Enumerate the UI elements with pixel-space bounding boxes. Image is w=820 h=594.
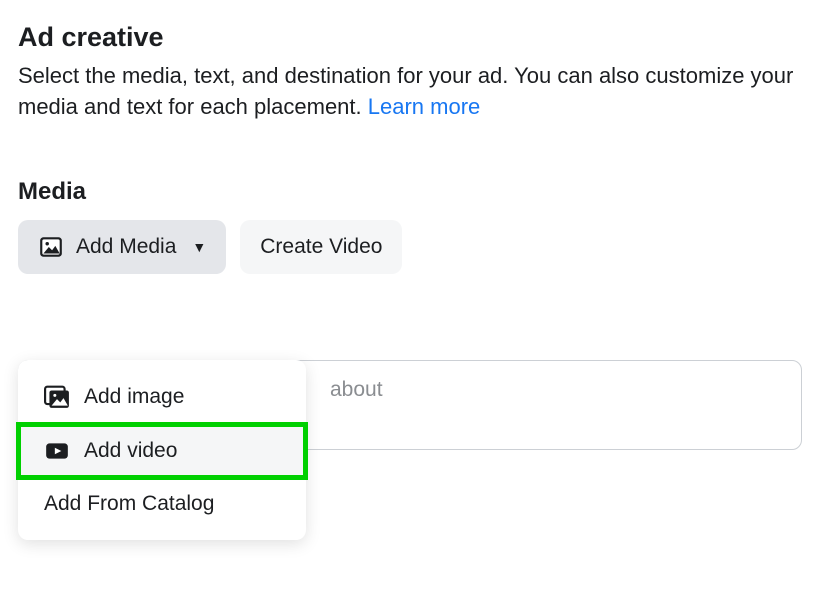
dropdown-item-add-video[interactable]: Add video: [18, 424, 306, 478]
description-text: Select the media, text, and destination …: [18, 61, 802, 123]
add-media-label: Add Media: [76, 235, 176, 259]
add-image-label: Add image: [84, 385, 184, 409]
add-media-dropdown: Add image Add video Add From Catalog: [18, 360, 306, 540]
image-icon: [38, 234, 64, 260]
page-title: Ad creative: [18, 22, 802, 53]
media-section-label: Media: [18, 178, 802, 206]
add-image-icon: [44, 384, 70, 410]
dropdown-item-add-from-catalog[interactable]: Add From Catalog: [18, 478, 306, 530]
add-from-catalog-label: Add From Catalog: [44, 492, 214, 516]
caret-down-icon: ▼: [192, 239, 206, 255]
media-button-row: Add Media ▼ Create Video: [18, 220, 802, 274]
dropdown-item-add-image[interactable]: Add image: [18, 370, 306, 424]
add-video-icon: [44, 438, 70, 464]
create-video-button[interactable]: Create Video: [240, 220, 402, 274]
learn-more-link[interactable]: Learn more: [368, 94, 481, 119]
add-video-label: Add video: [84, 439, 177, 463]
create-video-label: Create Video: [260, 235, 382, 259]
add-media-button[interactable]: Add Media ▼: [18, 220, 226, 274]
